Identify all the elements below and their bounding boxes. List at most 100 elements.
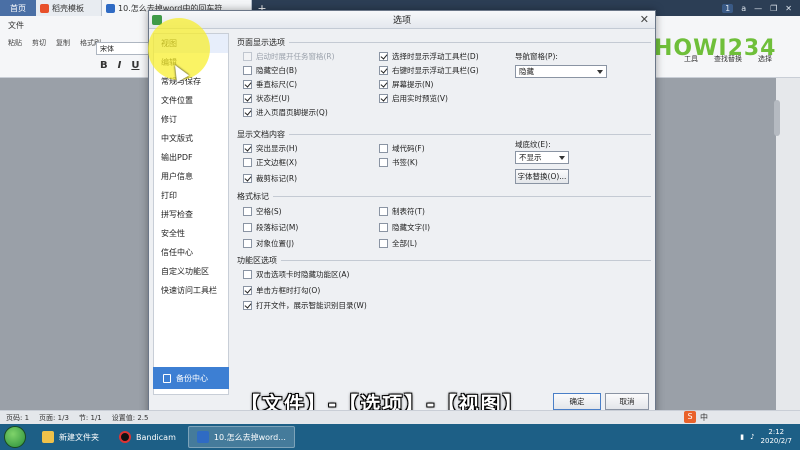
ime-toolbar: S 中	[684, 411, 708, 423]
checkbox-box	[379, 80, 388, 89]
checkbox-hidden-text[interactable]: 隐藏文字(I)	[379, 222, 430, 233]
chevron-down-icon	[597, 70, 603, 74]
bold-button[interactable]: B	[100, 60, 108, 71]
section-title: 格式标记	[237, 191, 651, 202]
checkbox-live-preview[interactable]: 启用实时预览(V)	[379, 93, 448, 104]
nav-item-customize-ribbon[interactable]: 自定义功能区	[154, 262, 228, 281]
section-title: 功能区选项	[237, 255, 651, 266]
checkbox-float-toolbar-select[interactable]: 选择时显示浮动工具栏(D)	[379, 51, 479, 62]
underline-button[interactable]: U	[131, 60, 139, 71]
checkbox-click-to-tick[interactable]: 单击方框时打勾(O)	[243, 285, 320, 296]
minimize-button[interactable]: —	[754, 4, 762, 13]
cut-button[interactable]: 剪切	[32, 38, 46, 48]
italic-button[interactable]: I	[118, 60, 122, 71]
checkbox-spaces[interactable]: 空格(S)	[243, 206, 282, 217]
font-style-buttons: B I U	[100, 60, 139, 71]
menu-file[interactable]: 文件	[8, 20, 24, 31]
notification-badge[interactable]: 1	[722, 3, 734, 13]
copy-button[interactable]: 复制	[56, 38, 70, 48]
options-dialog: 选项 ✕ 视图 编辑 常规与保存 文件位置 修订 中文版式 输出PDF 用户信息…	[148, 10, 656, 422]
maximize-button[interactable]: ❐	[770, 4, 777, 13]
clock[interactable]: 2:12 2020/2/7	[761, 428, 792, 446]
status-page-number: 页码: 1	[6, 413, 30, 422]
checkbox-field-codes[interactable]: 域代码(F)	[379, 143, 425, 154]
checkbox-screen-tips[interactable]: 屏幕提示(N)	[379, 79, 433, 90]
section-format-marks: 格式标记	[237, 191, 651, 202]
nav-item-user-info[interactable]: 用户信息	[154, 167, 228, 186]
status-page-count: 页面: 1/3	[39, 413, 69, 422]
checkbox-box	[243, 286, 252, 295]
checkbox-bookmarks[interactable]: 书签(K)	[379, 157, 418, 168]
checkbox-vertical-ruler[interactable]: 垂直标尺(C)	[243, 79, 297, 90]
checkbox-hide-blank[interactable]: 隐藏空白(B)	[243, 65, 297, 76]
nav-item-chinese-layout[interactable]: 中文版式	[154, 129, 228, 148]
clock-time: 2:12	[768, 428, 785, 436]
nav-item-trust-center[interactable]: 信任中心	[154, 243, 228, 262]
checkbox-box	[243, 223, 252, 232]
font-name-select[interactable]: 宋体	[96, 42, 156, 55]
nav-item-spellcheck[interactable]: 拼写检查	[154, 205, 228, 224]
checkbox-tab-chars[interactable]: 制表符(T)	[379, 206, 425, 217]
taskbar-item-wps[interactable]: 10.怎么去掉word...	[187, 426, 295, 448]
status-bar: 页码: 1 页面: 1/3 节: 1/1 设置值: 2.5	[0, 410, 800, 424]
ok-button[interactable]: 确定	[553, 393, 601, 410]
checkbox-box	[379, 94, 388, 103]
status-setting: 设置值: 2.5	[111, 413, 149, 422]
nav-pane-label: 导航窗格(P):	[515, 52, 558, 61]
checkbox-box	[243, 239, 252, 248]
checkbox-box	[243, 66, 252, 75]
checkbox-status-bar[interactable]: 状态栏(U)	[243, 93, 290, 104]
checkbox-box	[379, 158, 388, 167]
volume-icon[interactable]: ♪	[750, 433, 754, 441]
checkbox-all-marks[interactable]: 全部(L)	[379, 238, 417, 249]
checkbox-object-anchors[interactable]: 对象位置(J)	[243, 238, 294, 249]
paste-button[interactable]: 粘贴	[8, 38, 22, 48]
watermark-logo: HOWI234	[654, 36, 777, 61]
taskbar-item-folder[interactable]: 新建文件夹	[34, 426, 107, 448]
nav-pane-select[interactable]: 隐藏	[515, 65, 607, 78]
nav-item-print[interactable]: 打印	[154, 186, 228, 205]
watermark-text: HOWI234	[654, 36, 777, 61]
section-title: 页面显示选项	[237, 37, 651, 48]
ime-mode-icon[interactable]: 中	[700, 412, 708, 423]
close-window-button[interactable]: ✕	[785, 4, 792, 13]
scrollbar-thumb[interactable]	[774, 100, 780, 136]
checkbox-float-toolbar-rightclick[interactable]: 右键时显示浮动工具栏(G)	[379, 65, 479, 76]
backup-center-button[interactable]: 备份中心	[153, 367, 229, 389]
tab-template[interactable]: 稻壳模板	[36, 0, 102, 16]
network-icon[interactable]: ▮	[740, 433, 744, 441]
dialog-title: 选项	[392, 16, 411, 26]
checkbox-box	[243, 94, 252, 103]
checkbox-smart-toc[interactable]: 打开文件，展示智能识别目录(W)	[243, 300, 367, 311]
font-replace-button[interactable]: 字体替换(O)...	[515, 169, 569, 184]
checkbox-box	[379, 66, 388, 75]
nav-item-security[interactable]: 安全性	[154, 224, 228, 243]
section-doc-content: 显示文档内容	[237, 129, 651, 140]
close-icon[interactable]: ✕	[640, 13, 649, 26]
section-title: 显示文档内容	[237, 129, 651, 140]
nav-item-output-pdf[interactable]: 输出PDF	[154, 148, 228, 167]
checkbox-box	[379, 207, 388, 216]
checkbox-paragraph-marks[interactable]: 段落标记(M)	[243, 222, 298, 233]
checkbox-text-border[interactable]: 正文边框(X)	[243, 157, 297, 168]
field-shading-select[interactable]: 不显示	[515, 151, 569, 164]
home-tab[interactable]: 首页	[0, 0, 36, 16]
nav-item-revision[interactable]: 修订	[154, 110, 228, 129]
cancel-button[interactable]: 取消	[605, 393, 649, 410]
checkbox-expand-taskpane[interactable]: 启动时展开任务窗格(R)	[243, 51, 335, 62]
checkbox-crop-marks[interactable]: 裁剪标记(R)	[243, 173, 297, 184]
user-avatar[interactable]: a	[741, 4, 746, 13]
checkbox-header-footer-tip[interactable]: 进入页眉页脚提示(Q)	[243, 107, 328, 118]
checkbox-box	[243, 270, 252, 279]
checkbox-box	[379, 223, 388, 232]
start-button[interactable]	[4, 426, 26, 448]
section-ribbon-options: 功能区选项	[237, 255, 651, 266]
nav-item-file-location[interactable]: 文件位置	[154, 91, 228, 110]
taskbar-item-bandicam[interactable]: Bandicam	[111, 426, 184, 448]
section-page-display: 页面显示选项	[237, 37, 651, 48]
checkbox-dblclick-hide-ribbon[interactable]: 双击选项卡时隐藏功能区(A)	[243, 269, 349, 280]
checkbox-highlight[interactable]: 突出显示(H)	[243, 143, 298, 154]
nav-item-quick-access[interactable]: 快速访问工具栏	[154, 281, 228, 300]
sogou-ime-icon[interactable]: S	[684, 411, 696, 423]
options-nav: 视图 编辑 常规与保存 文件位置 修订 中文版式 输出PDF 用户信息 打印 拼…	[153, 33, 229, 395]
